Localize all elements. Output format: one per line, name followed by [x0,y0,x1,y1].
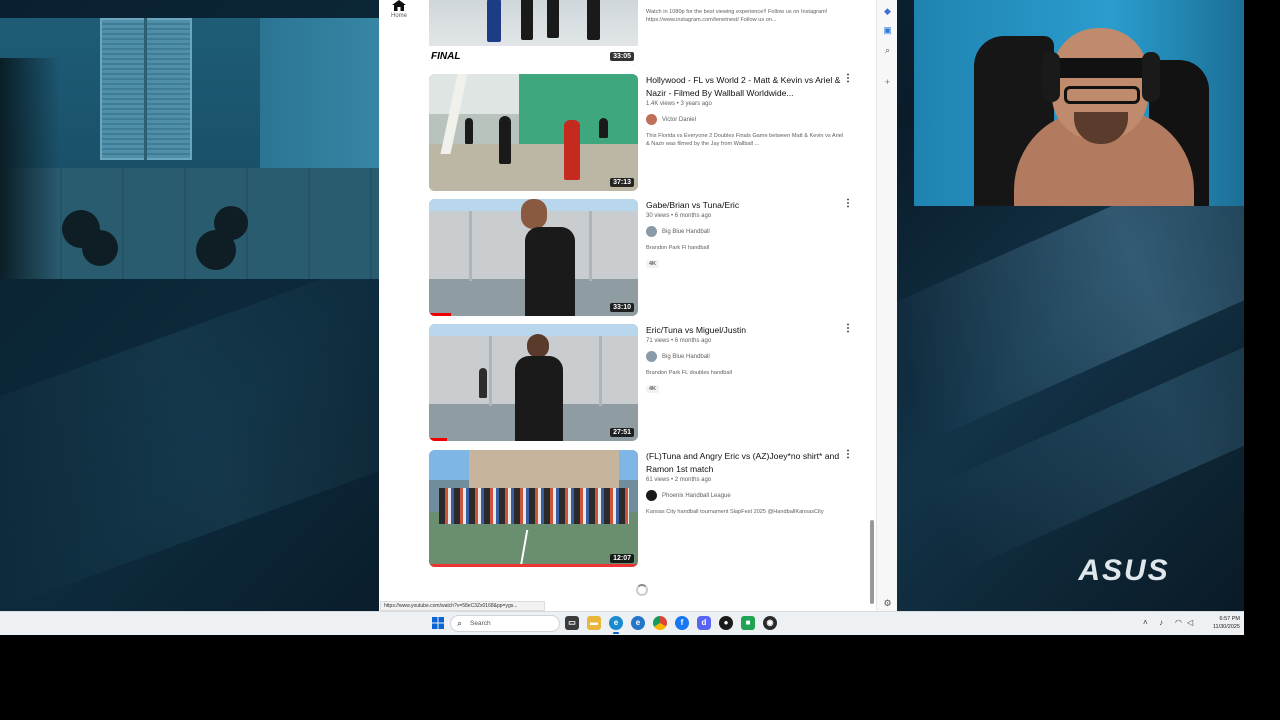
volume-icon[interactable]: ◁ [1187,618,1193,627]
video-duration: 33:10 [610,303,634,312]
video-description: This Florida vs Everyone 2 Doubles Final… [646,133,844,147]
tray-chevron-icon[interactable]: ˄ [1143,618,1148,627]
add-icon[interactable]: + [882,77,893,88]
clock-time: 6:57 PM [1219,616,1240,622]
quality-badge: 4K [646,260,660,268]
loading-spinner-icon [636,584,648,596]
video-thumbnail[interactable]: 37:13 [429,74,638,191]
channel-name[interactable]: Big Blue Handball [662,354,710,360]
channel-link[interactable]: Big Blue Handball [646,351,846,362]
edge-icon[interactable]: e [609,616,623,634]
video-duration: 27:51 [610,428,634,437]
app-green-icon[interactable]: ■ [741,616,755,630]
asus-logo: ASUS [1077,554,1169,585]
task-view-icon[interactable]: ▭ [565,616,579,630]
video-description: Brandon Park FL doubles handball [646,370,732,376]
channel-link[interactable]: Big Blue Handball [646,226,846,237]
channel-avatar[interactable] [646,490,657,501]
copilot-icon[interactable]: ◆ [882,6,893,17]
home-label[interactable]: Home [383,13,415,19]
video-thumbnail[interactable]: 27:51 [429,324,638,441]
channel-avatar[interactable] [646,351,657,362]
video-item[interactable]: 12:07 (FL)Tuna and Angry Eric vs (AZ)Joe… [429,450,869,570]
windows-taskbar: ⌕ Search ▭ ▬ e e f d ● ■ ◉ ˄ ♪ ◠ ◁ 6:57 … [0,611,1244,635]
more-actions-icon[interactable]: ⋮ [843,450,853,462]
watch-progress [429,564,638,567]
channel-avatar[interactable] [646,226,657,237]
video-thumbnail[interactable]: 33:10 [429,199,638,316]
video-stats: 71 views • 6 months ago [646,338,712,344]
search-icon[interactable]: ⌕ [882,45,893,56]
video-stats: 30 views • 6 months ago [646,213,712,219]
home-icon[interactable] [392,0,406,11]
obs-icon[interactable]: ● [719,616,733,630]
channel-name[interactable]: Victor Daniel [662,117,696,123]
watch-progress [429,438,447,441]
edge-sidebar: ◆ ▣ ⌕ + ⚙ [876,0,897,611]
video-title[interactable]: Hollywood - FL vs World 2 - Matt & Kevin… [646,74,846,100]
video-thumbnail[interactable]: FINAL 33:05 [429,0,638,65]
video-title[interactable]: (FL)Tuna and Angry Eric vs (AZ)Joey*no s… [646,450,846,476]
channel-link[interactable]: Phoenix Handball League [646,490,846,501]
youtube-mini-guide: Home [379,0,417,611]
video-item[interactable]: 33:10 Gabe/Brian vs Tuna/Eric 30 views •… [429,199,869,319]
video-thumbnail[interactable]: 12:07 [429,450,638,567]
quality-badge: 4K [646,385,660,393]
file-explorer-icon[interactable]: ▬ [587,616,601,630]
video-item[interactable]: 27:51 Eric/Tuna vs Miguel/Justin 71 view… [429,324,869,444]
edge-dev-icon[interactable]: e [631,616,645,630]
channel-name[interactable]: Phoenix Handball League [662,493,731,499]
video-stats: 61 views • 2 months ago [646,477,712,483]
webcam-streamer-feed [914,0,1244,206]
video-duration: 37:13 [610,178,634,187]
settings-icon[interactable]: ⚙ [882,598,893,609]
video-stats: 1.4K views • 3 years ago [646,101,712,107]
channel-link[interactable]: Victor Daniel [646,114,846,125]
screen: ASUS Home FINAL 33:05 Watch in 1080p for… [0,0,1280,720]
collections-icon[interactable]: ▣ [882,25,893,36]
facebook-icon[interactable]: f [675,616,689,630]
scrollbar-thumb[interactable] [870,520,874,604]
video-description: Watch in 1080p for the best viewing expe… [646,9,828,23]
video-duration: 33:05 [610,52,634,61]
microphone-icon[interactable]: ♪ [1159,618,1163,627]
search-icon: ⌕ [457,618,463,628]
taskbar-search-placeholder: Search [470,620,491,627]
discord-icon[interactable]: d [697,616,711,630]
video-duration: 12:07 [610,554,634,563]
channel-avatar[interactable] [646,114,657,125]
taskbar-clock[interactable]: 6:57 PM 11/30/2025 [1202,615,1240,631]
more-actions-icon[interactable]: ⋮ [843,199,853,211]
chrome-icon[interactable] [653,616,667,630]
svg-text:ASUS: ASUS [1077,554,1169,585]
windows-start-icon[interactable] [432,617,444,629]
webcam-room-feed [0,18,423,279]
link-status-bar: https://www.youtube.com/watch?v=58eC3Zx0… [380,601,545,611]
app-dark-icon[interactable]: ◉ [763,616,777,630]
clock-date: 11/30/2025 [1212,624,1240,630]
video-item[interactable]: 37:13 Hollywood - FL vs World 2 - Matt &… [429,74,869,194]
browser-window: Home FINAL 33:05 Watch in 1080p for the … [379,0,897,611]
video-title[interactable]: Eric/Tuna vs Miguel/Justin [646,324,846,337]
video-description: Kansas City handball tournament SlapFest… [646,509,824,515]
more-actions-icon[interactable]: ⋮ [843,74,853,86]
video-description: Brandon Park Fl handball [646,245,710,251]
letterbox-bottom [0,635,1280,720]
wifi-icon[interactable]: ◠ [1175,618,1182,627]
more-actions-icon[interactable]: ⋮ [843,324,853,336]
channel-name[interactable]: Big Blue Handball [662,229,710,235]
video-item[interactable]: FINAL 33:05 Watch in 1080p for the best … [429,0,869,68]
taskbar-search[interactable]: ⌕ Search [450,615,560,632]
letterbox-right [1244,0,1280,720]
video-title[interactable]: Gabe/Brian vs Tuna/Eric [646,199,846,212]
watch-progress [429,313,451,316]
